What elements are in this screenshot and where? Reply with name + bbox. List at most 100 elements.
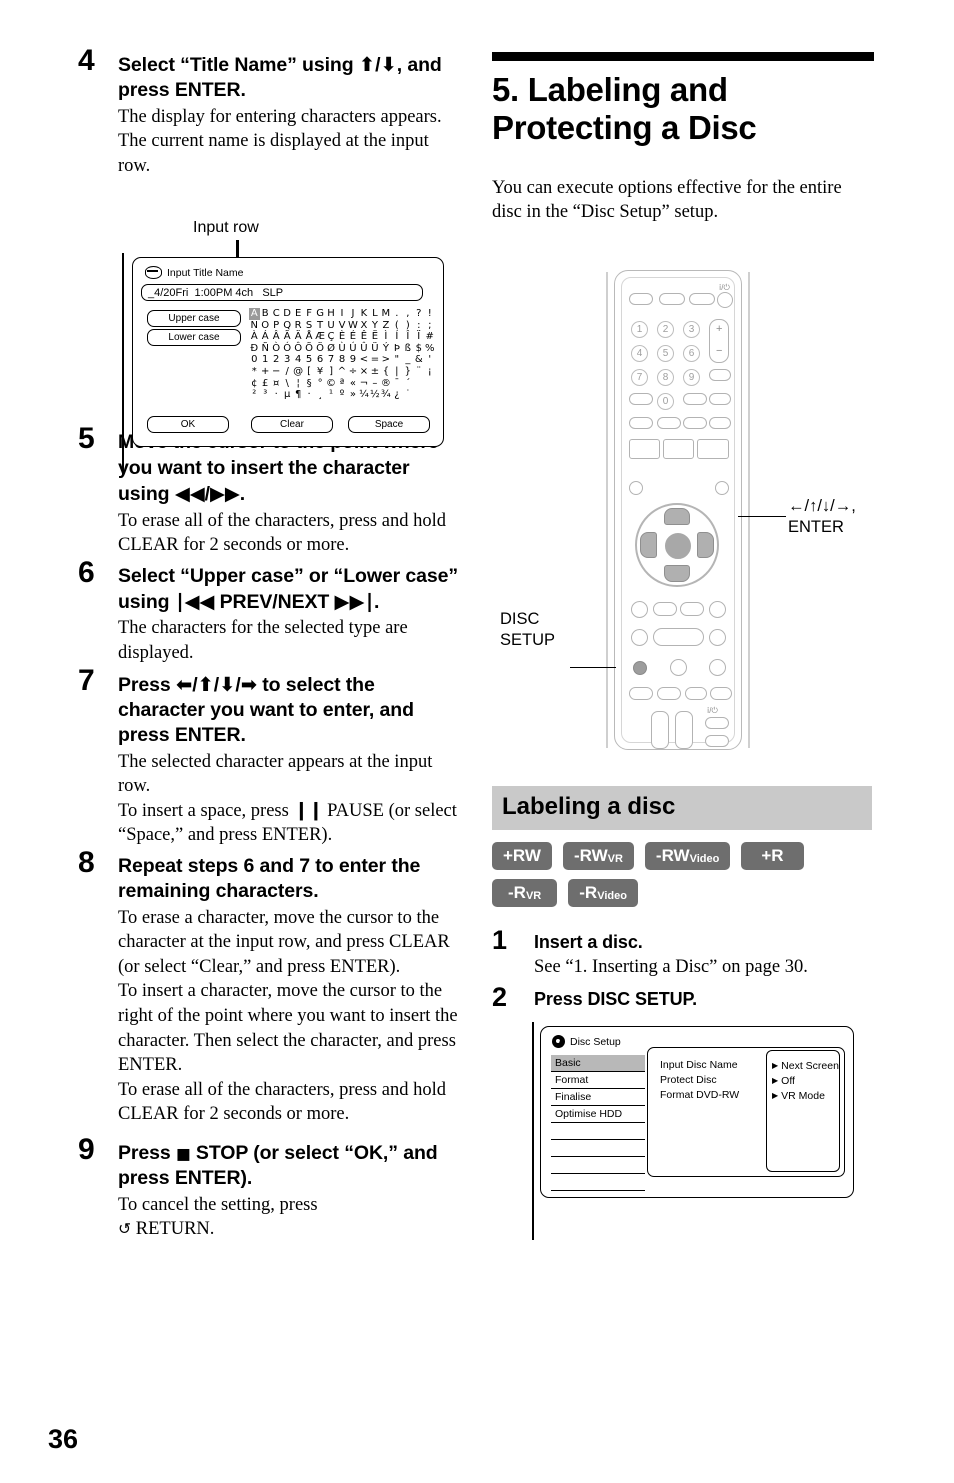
num-key-3[interactable]: 3 (683, 321, 700, 338)
menu-item-format[interactable]: Format (551, 1072, 645, 1089)
stop-button[interactable] (709, 659, 726, 676)
record-button[interactable] (629, 687, 653, 700)
charmap-cell[interactable]: Ù (337, 343, 348, 355)
charmap-cell[interactable]: Ü (370, 343, 381, 355)
charmap-cell[interactable]: ´ (403, 378, 414, 390)
charmap-cell[interactable]: % (425, 343, 436, 355)
charmap-cell[interactable]: Ê (359, 331, 370, 343)
charmap-cell[interactable]: ¬ (359, 378, 370, 390)
prev-button[interactable] (631, 601, 648, 618)
charmap-cell[interactable]: À (249, 331, 260, 343)
charmap-cell[interactable]: R (293, 320, 304, 332)
charmap-cell[interactable]: [ (304, 366, 315, 378)
charmap-cell[interactable]: – (370, 378, 381, 390)
charmap-cell[interactable]: P (271, 320, 282, 332)
charmap-cell[interactable]: C (271, 308, 282, 320)
charmap-cell[interactable]: < (359, 354, 370, 366)
charmap-cell[interactable]: \ (282, 378, 293, 390)
menu-item-basic[interactable]: Basic (551, 1055, 645, 1072)
advance-button[interactable] (680, 602, 704, 616)
num-key-8[interactable]: 8 (657, 369, 674, 386)
charmap-cell[interactable]: º (337, 389, 348, 401)
charmap-cell[interactable]: − (271, 366, 282, 378)
space-button[interactable]: Space (348, 416, 430, 433)
charmap-cell[interactable]: ¨ (414, 366, 425, 378)
pause-button[interactable] (670, 659, 687, 676)
charmap-cell[interactable]: ¥ (315, 366, 326, 378)
charmap-cell[interactable]: Ã (282, 331, 293, 343)
option-format-dvd-rw[interactable]: Format DVD-RW (660, 1088, 739, 1103)
volume-slider-2[interactable] (675, 711, 693, 749)
charmap-cell[interactable]: 9 (348, 354, 359, 366)
play-button[interactable] (653, 628, 704, 646)
charmap-cell[interactable] (414, 378, 425, 390)
charmap-cell[interactable]: . (392, 308, 403, 320)
charmap-cell[interactable]: ß (403, 343, 414, 355)
charmap-cell[interactable]: ÷ (348, 366, 359, 378)
lower-case-button[interactable]: Lower case (147, 329, 241, 346)
next-button[interactable] (709, 601, 726, 618)
charmap-cell[interactable]: S (304, 320, 315, 332)
charmap-cell[interactable]: G (315, 308, 326, 320)
rewind-button[interactable] (631, 629, 648, 646)
charmap-cell[interactable]: T (315, 320, 326, 332)
remote-button-dot[interactable] (629, 393, 653, 405)
num-key-9[interactable]: 9 (683, 369, 700, 386)
charmap-cell[interactable]: E (293, 308, 304, 320)
charmap-cell[interactable]: Ó (282, 343, 293, 355)
charmap-cell[interactable]: = (370, 354, 381, 366)
charmap-cell[interactable]: B (260, 308, 271, 320)
remote-rect-button-1[interactable] (629, 439, 660, 459)
charmap-cell[interactable]: ¿ (392, 389, 403, 401)
menu-item-optimise-hdd[interactable]: Optimise HDD (551, 1106, 645, 1123)
charmap-cell[interactable]: _ (403, 354, 414, 366)
menu-item-finalise[interactable]: Finalise (551, 1089, 645, 1106)
charmap-cell[interactable]: Z (381, 320, 392, 332)
top-button-2[interactable] (659, 293, 685, 305)
charmap-cell[interactable]: V (337, 320, 348, 332)
remote-rect-button-3[interactable] (697, 439, 729, 459)
charmap-cell[interactable]: M (381, 308, 392, 320)
disc-setup-menu[interactable]: Basic Format Finalise Optimise HDD (551, 1055, 645, 1191)
charmap-cell[interactable]: Æ (315, 331, 326, 343)
title-input-field[interactable]: _4/20Fri 1:00PM 4ch SLP (141, 284, 423, 301)
charmap-cell[interactable] (425, 389, 436, 401)
dpad-right[interactable] (697, 532, 714, 558)
charmap-cell[interactable]: $ (414, 343, 425, 355)
charmap-cell[interactable]: ( (392, 320, 403, 332)
option-input-disc-name[interactable]: Input Disc Name (660, 1058, 739, 1073)
charmap-cell[interactable]: ] (326, 366, 337, 378)
remote-right-round-button[interactable] (715, 481, 729, 495)
dpad-left[interactable] (640, 532, 657, 558)
charmap-cell[interactable]: ¸ (315, 389, 326, 401)
remote-button-b[interactable] (683, 393, 707, 405)
remote-rect-button-2[interactable] (663, 439, 694, 459)
dpad-up[interactable] (664, 508, 690, 525)
fast-forward-button[interactable] (709, 629, 726, 646)
charmap-cell[interactable]: K (359, 308, 370, 320)
num-key-0[interactable]: 0 (657, 393, 674, 410)
charmap-cell[interactable]: , (403, 308, 414, 320)
charmap-cell[interactable]: N (249, 320, 260, 332)
ok-button[interactable]: OK (147, 416, 229, 433)
charmap-cell[interactable]: | (392, 366, 403, 378)
value-next-screen[interactable]: ▶ Next Screen (772, 1059, 839, 1074)
charmap-cell[interactable] (414, 389, 425, 401)
charmap-cell[interactable]: Ú (348, 343, 359, 355)
rec-stop-button[interactable] (657, 687, 681, 700)
charmap-cell[interactable]: { (381, 366, 392, 378)
upper-case-button[interactable]: Upper case (147, 310, 241, 327)
charmap-cell[interactable]: > (381, 354, 392, 366)
eject-button[interactable] (629, 293, 653, 305)
num-key-7[interactable]: 7 (631, 369, 648, 386)
top-button-3[interactable] (689, 293, 715, 305)
charmap-cell[interactable]: × (359, 366, 370, 378)
num-key-5[interactable]: 5 (657, 345, 674, 362)
num-key-6[interactable]: 6 (683, 345, 700, 362)
charmap-cell[interactable]: Ö (315, 343, 326, 355)
charmap-cell[interactable]: 6 (315, 354, 326, 366)
charmap-cell[interactable]: Ë (370, 331, 381, 343)
bottom-button-d[interactable] (710, 687, 732, 700)
charmap-cell[interactable]: 4 (293, 354, 304, 366)
charmap-cell[interactable]: F (304, 308, 315, 320)
